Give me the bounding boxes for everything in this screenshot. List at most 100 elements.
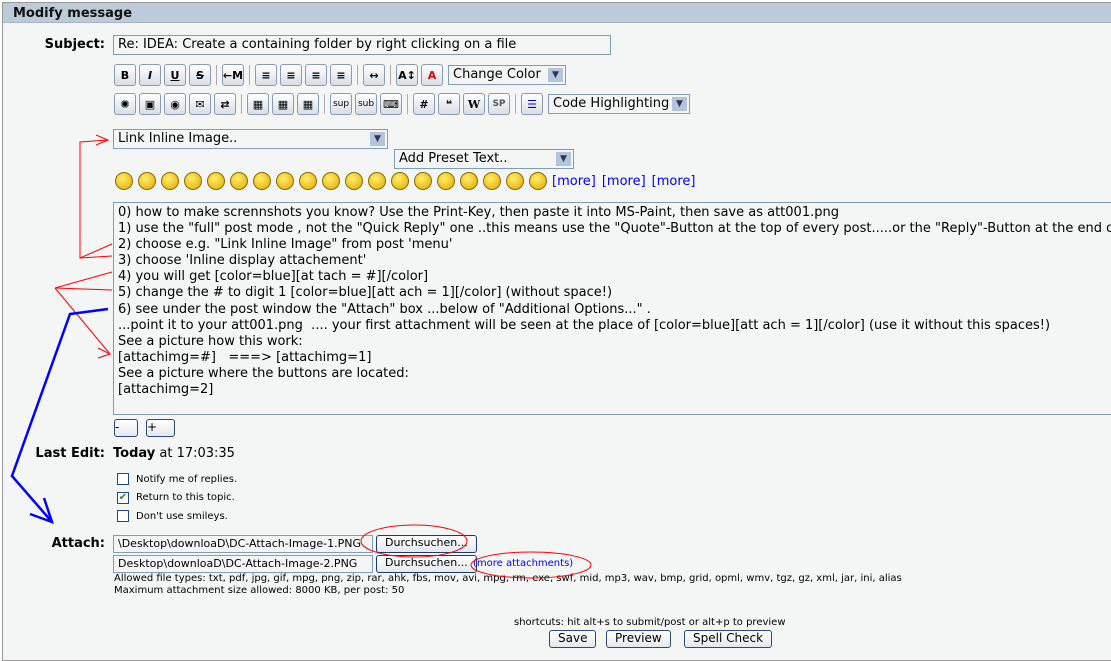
superscript-button[interactable]: sup <box>330 93 352 115</box>
last-edit-day: Today <box>113 446 156 461</box>
preset-text-value: Add Preset Text.. <box>399 151 508 166</box>
code-highlighting-value: Code Highlighting <box>553 96 670 111</box>
message-line: 4) you will get [color=blue][at tach = #… <box>118 269 429 285</box>
message-textarea[interactable]: 0) how to make scrennshots you know? Use… <box>113 202 1111 415</box>
message-line: ...point it to your att001.png .... your… <box>118 317 1051 333</box>
smiley-icon[interactable] <box>391 172 409 190</box>
change-color-value: Change Color <box>453 67 541 82</box>
message-line: [attachimg=2] <box>118 382 214 398</box>
more-attachments-link[interactable]: (more attachments) <box>473 558 573 569</box>
more-smileys-link[interactable]: [more] <box>652 174 696 189</box>
spell-check-button[interactable]: Spell Check <box>684 630 773 648</box>
change-color-select[interactable]: Change Color ▼ <box>448 65 566 85</box>
grow-textarea-button[interactable]: + <box>146 419 175 437</box>
smiley-icon[interactable] <box>184 172 202 190</box>
subject-input[interactable]: Re: IDEA: Create a containing folder by … <box>113 35 611 55</box>
message-line: 1) use the "full" post mode , not the "Q… <box>118 221 1111 237</box>
more-smileys-link[interactable]: [more] <box>552 174 596 189</box>
align-right-icon[interactable]: ≡ <box>330 64 352 86</box>
message-line: See a picture where the buttons are loca… <box>118 365 409 381</box>
teletype-icon[interactable]: ⌨ <box>380 93 402 115</box>
preset-text-select[interactable]: Add Preset Text.. ▼ <box>394 149 574 169</box>
smiley-icon[interactable] <box>437 172 455 190</box>
message-line: 3) choose 'Inline display attachement' <box>118 253 367 269</box>
checkbox[interactable] <box>117 473 129 485</box>
insert-toolbar: ✺ ▣ ◉ ✉ ⇄ ▦ ▦ ▦ sup sub ⌨ # ❝ W SP ☰ Cod… <box>114 93 690 115</box>
checkbox[interactable]: ✔ <box>117 491 129 504</box>
italic-button[interactable]: I <box>139 64 161 86</box>
option-checkbox-row[interactable]: Notify me of replies. <box>117 473 237 485</box>
browse-button-1[interactable]: Durchsuchen... <box>376 535 477 553</box>
option-label: Don't use smileys. <box>136 510 228 522</box>
option-label: Return to this topic. <box>136 492 235 503</box>
smiley-icon[interactable] <box>345 172 363 190</box>
shortcuts-hint: shortcuts: hit alt+s to submit/post or a… <box>514 617 786 628</box>
smiley-icon[interactable] <box>368 172 386 190</box>
table-icon[interactable]: ▦ <box>247 93 269 115</box>
table-row-icon[interactable]: ▦ <box>272 93 294 115</box>
smiley-icon[interactable] <box>138 172 156 190</box>
smiley-icon[interactable] <box>115 172 133 190</box>
bold-button[interactable]: B <box>114 64 136 86</box>
inline-image-value: Link Inline Image.. <box>118 131 238 146</box>
horizontal-rule-button[interactable]: ↔ <box>363 64 385 86</box>
message-line: 6) see under the post window the "Attach… <box>118 301 651 317</box>
checkbox[interactable] <box>117 510 129 522</box>
message-line: [attachimg=#] ===> [attachimg=1] <box>118 349 372 365</box>
smiley-icon[interactable] <box>322 172 340 190</box>
chevron-down-icon: ▼ <box>672 97 687 111</box>
chevron-down-icon: ▼ <box>370 132 385 146</box>
ftp-icon[interactable]: ⇄ <box>214 93 236 115</box>
browse-button-2[interactable]: Durchsuchen... <box>376 555 477 573</box>
attachment-file-input-1[interactable]: \Desktop\downloaD\DC-Attach-Image-1.PNG <box>113 535 373 553</box>
quote-icon[interactable]: ❝ <box>438 93 460 115</box>
code-highlighting-select[interactable]: Code Highlighting ▼ <box>548 94 690 114</box>
max-attachment-size: Maximum attachment size allowed: 8000 KB… <box>114 585 405 596</box>
smiley-icon[interactable] <box>207 172 225 190</box>
save-button[interactable]: Save <box>549 630 597 648</box>
spoiler-button[interactable]: SP <box>488 93 510 115</box>
smiley-icon[interactable] <box>230 172 248 190</box>
subscript-button[interactable]: sub <box>355 93 377 115</box>
option-label: Notify me of replies. <box>136 473 238 485</box>
smiley-icon[interactable] <box>253 172 271 190</box>
option-checkbox-row[interactable]: Don't use smileys. <box>117 510 228 522</box>
strike-button[interactable]: S <box>189 64 211 86</box>
smiley-icon[interactable] <box>506 172 524 190</box>
code-button[interactable]: # <box>413 93 435 115</box>
smiley-icon[interactable] <box>276 172 294 190</box>
smiley-icon[interactable] <box>414 172 432 190</box>
shrink-textarea-button[interactable]: - <box>114 419 138 437</box>
last-edit-time: at 17:03:35 <box>159 446 235 461</box>
email-icon[interactable]: ✉ <box>189 93 211 115</box>
link-icon[interactable]: ◉ <box>164 93 186 115</box>
chevron-down-icon: ▼ <box>556 152 571 166</box>
more-smileys-link[interactable]: [more] <box>602 174 646 189</box>
smiley-icon[interactable] <box>460 172 478 190</box>
image-icon[interactable]: ▣ <box>139 93 161 115</box>
align-justify-icon[interactable]: ≡ <box>255 64 277 86</box>
smiley-icon[interactable] <box>161 172 179 190</box>
preview-button[interactable]: Preview <box>606 630 671 648</box>
smiley-icon[interactable] <box>529 172 547 190</box>
smiley-icon[interactable] <box>299 172 317 190</box>
wiki-button[interactable]: W <box>463 93 485 115</box>
marquee-button[interactable]: ←M <box>222 64 244 86</box>
message-line: See a picture how this work: <box>118 333 303 349</box>
list-icon[interactable]: ☰ <box>521 93 543 115</box>
font-face-button[interactable]: A <box>421 64 443 86</box>
allowed-file-types: Allowed file types: txt, pdf, jpg, gif, … <box>114 573 902 584</box>
smiley-icon[interactable] <box>483 172 501 190</box>
attach-label: Attach: <box>51 536 105 551</box>
inline-image-select[interactable]: Link Inline Image.. ▼ <box>113 129 388 149</box>
subject-label: Subject: <box>44 37 105 52</box>
smiley-bar: [more] [more] [more] <box>115 172 701 190</box>
font-size-button[interactable]: A↕ <box>396 64 418 86</box>
align-left-icon[interactable]: ≡ <box>280 64 302 86</box>
option-checkbox-row[interactable]: ✔ Return to this topic. <box>117 491 235 504</box>
table-column-icon[interactable]: ▦ <box>297 93 319 115</box>
align-center-icon[interactable]: ≡ <box>305 64 327 86</box>
attachment-file-input-2[interactable]: Desktop\downloaD\DC-Attach-Image-2.PNG <box>113 555 373 573</box>
underline-button[interactable]: U <box>164 64 186 86</box>
flash-icon[interactable]: ✺ <box>114 93 136 115</box>
